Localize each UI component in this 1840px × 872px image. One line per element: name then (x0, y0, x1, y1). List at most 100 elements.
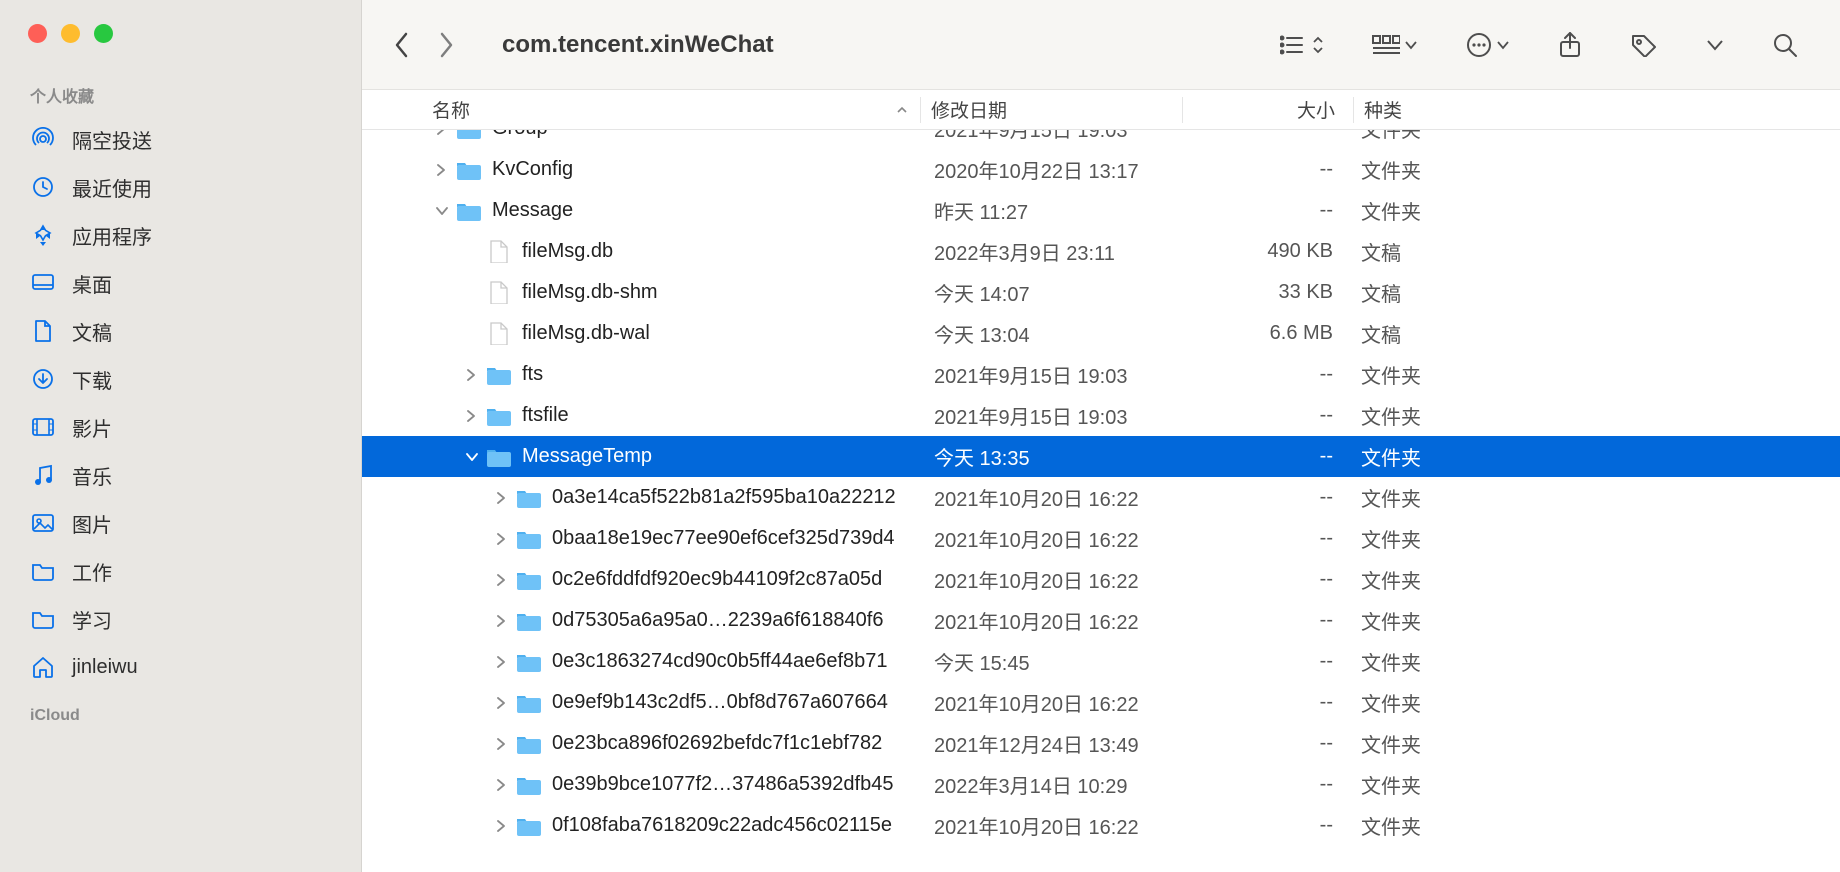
file-row[interactable]: fileMsg.db-shm今天 14:0733 KB文稿 (362, 272, 1840, 313)
chevron-down-icon (1706, 39, 1724, 51)
file-kind: 文稿 (1351, 237, 1840, 266)
file-row[interactable]: 0d75305a6a95a0…2239a6f618840f62021年10月20… (362, 600, 1840, 641)
sidebar-item-label: 图片 (72, 509, 112, 538)
zoom-window-button[interactable] (94, 24, 113, 43)
file-row[interactable]: MessageTemp今天 13:35--文件夹 (362, 436, 1840, 477)
disclosure-triangle[interactable] (496, 656, 510, 668)
file-date: 2021年9月15日 19:03 (920, 360, 1181, 389)
file-name: 0baa18e19ec77ee90ef6cef325d739d4 (552, 527, 895, 550)
file-kind: 文件夹 (1351, 196, 1840, 225)
file-size: -- (1181, 814, 1351, 837)
folder-icon (30, 558, 56, 584)
disclosure-triangle[interactable] (436, 130, 450, 135)
file-kind: 文件夹 (1351, 524, 1840, 553)
close-window-button[interactable] (28, 24, 47, 43)
column-name[interactable]: 名称 (362, 96, 920, 123)
folder-icon (516, 733, 542, 755)
file-row[interactable]: 0e23bca896f02692befdc7f1c1ebf7822021年12月… (362, 723, 1840, 764)
file-row[interactable]: 0e39b9bce1077f2…37486a5392dfb45 2022年3月14… (362, 764, 1840, 805)
disclosure-triangle[interactable] (496, 574, 510, 586)
file-date: 2021年10月20日 16:22 (920, 524, 1181, 553)
file-row[interactable]: fileMsg.db2022年3月9日 23:11490 KB文稿 (362, 231, 1840, 272)
nav-back-button[interactable] (390, 31, 414, 59)
share-button[interactable] (1558, 31, 1582, 59)
file-row[interactable]: 0e3c1863274cd90c0b5ff44ae6ef8b71今天 15:45… (362, 641, 1840, 682)
sidebar-item[interactable]: 学习 (0, 595, 361, 643)
disclosure-triangle[interactable] (496, 779, 510, 791)
file-size: -- (1181, 609, 1351, 632)
disclosure-triangle[interactable] (496, 820, 510, 832)
column-size[interactable]: 大小 (1183, 96, 1353, 123)
sidebar-item[interactable]: 桌面 (0, 259, 361, 307)
disclosure-triangle[interactable] (436, 206, 450, 216)
disclosure-triangle[interactable] (496, 615, 510, 627)
file-list[interactable]: Group2021年9月15日 19:03--文件夹KvConfig2020年1… (362, 130, 1840, 872)
group-button[interactable] (1372, 34, 1418, 56)
file-name: MessageTemp (522, 445, 652, 468)
file-kind: 文件夹 (1351, 647, 1840, 676)
sidebar-item[interactable]: 影片 (0, 403, 361, 451)
file-row[interactable]: fileMsg.db-wal今天 13:046.6 MB文稿 (362, 313, 1840, 354)
file-row[interactable]: Message昨天 11:27--文件夹 (362, 190, 1840, 231)
window-title: com.tencent.xinWeChat (502, 31, 774, 59)
disclosure-triangle[interactable] (466, 410, 480, 422)
file-row[interactable]: ftsfile2021年9月15日 19:03--文件夹 (362, 395, 1840, 436)
sidebar-item[interactable]: jinleiwu (0, 643, 361, 691)
file-date: 2021年9月15日 19:03 (920, 130, 1181, 143)
sidebar-item[interactable]: 图片 (0, 499, 361, 547)
file-name: 0e9ef9b143c2df5…0bf8d767a607664 (552, 691, 888, 714)
file-row[interactable]: 0baa18e19ec77ee90ef6cef325d739d4 2021年10月… (362, 518, 1840, 559)
file-name: fts (522, 363, 543, 386)
file-name: 0e39b9bce1077f2…37486a5392dfb45 (552, 773, 893, 796)
toolbar: com.tencent.xinWeChat (362, 0, 1840, 90)
file-row[interactable]: 0e9ef9b143c2df5…0bf8d767a6076642021年10月2… (362, 682, 1840, 723)
file-kind: 文件夹 (1351, 811, 1840, 840)
disclosure-triangle[interactable] (496, 697, 510, 709)
disclosure-triangle[interactable] (466, 452, 480, 462)
disclosure-triangle[interactable] (496, 533, 510, 545)
column-kind[interactable]: 种类 (1354, 96, 1840, 123)
action-menu-button[interactable] (1466, 32, 1510, 58)
file-kind: 文件夹 (1351, 770, 1840, 799)
sidebar-item-label: 隔空投送 (72, 125, 152, 154)
disclosure-triangle[interactable] (496, 492, 510, 504)
home-icon (30, 654, 56, 680)
file-date: 2022年3月14日 10:29 (920, 770, 1181, 799)
file-row[interactable]: 0f108faba7618209c22adc456c02115e2021年10月… (362, 805, 1840, 846)
picture-icon (30, 510, 56, 536)
sidebar-item-label: 文稿 (72, 317, 112, 346)
dropdown-button[interactable] (1706, 39, 1724, 51)
sidebar-item[interactable]: 下载 (0, 355, 361, 403)
file-size: -- (1181, 568, 1351, 591)
tags-button[interactable] (1630, 33, 1658, 57)
sidebar-item[interactable]: 应用程序 (0, 211, 361, 259)
view-list-button[interactable] (1280, 34, 1324, 56)
file-date: 2021年10月20日 16:22 (920, 483, 1181, 512)
file-row[interactable]: 0a3e14ca5f522b81a2f595ba10a222122021年10月… (362, 477, 1840, 518)
file-row[interactable]: KvConfig2020年10月22日 13:17--文件夹 (362, 149, 1840, 190)
sidebar-item[interactable]: 音乐 (0, 451, 361, 499)
file-kind: 文件夹 (1351, 606, 1840, 635)
column-date[interactable]: 修改日期 (921, 96, 1182, 123)
airdrop-icon (30, 126, 56, 152)
sidebar-item[interactable]: 隔空投送 (0, 115, 361, 163)
disclosure-triangle[interactable] (436, 164, 450, 176)
search-button[interactable] (1772, 32, 1798, 58)
file-date: 今天 15:45 (920, 647, 1181, 676)
sidebar-item[interactable]: 工作 (0, 547, 361, 595)
file-name: 0d75305a6a95a0…2239a6f618840f6 (552, 609, 883, 632)
disclosure-triangle[interactable] (466, 369, 480, 381)
file-row[interactable]: Group2021年9月15日 19:03--文件夹 (362, 130, 1840, 149)
file-size: -- (1181, 199, 1351, 222)
sidebar-item[interactable]: 最近使用 (0, 163, 361, 211)
nav-forward-button[interactable] (434, 31, 458, 59)
file-row[interactable]: fts2021年9月15日 19:03--文件夹 (362, 354, 1840, 395)
file-size: -- (1181, 527, 1351, 550)
disclosure-triangle[interactable] (496, 738, 510, 750)
sidebar-item[interactable]: 文稿 (0, 307, 361, 355)
file-row[interactable]: 0c2e6fddfdf920ec9b44109f2c87a05d2021年10月… (362, 559, 1840, 600)
chevron-down-icon (1404, 40, 1418, 50)
minimize-window-button[interactable] (61, 24, 80, 43)
sidebar-item-label: 桌面 (72, 269, 112, 298)
file-name: Message (492, 199, 573, 222)
